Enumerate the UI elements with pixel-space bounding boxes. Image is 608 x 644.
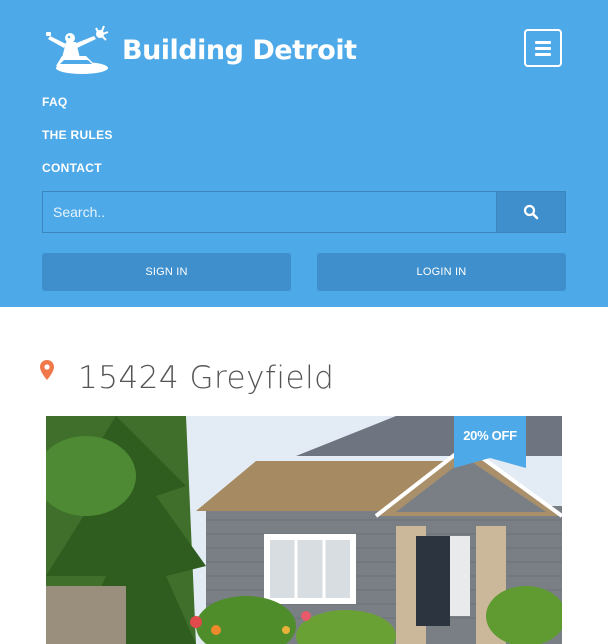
nav-item-the-rules[interactable]: THE RULES [42,128,113,142]
hamburger-icon [535,40,551,44]
search-icon [523,204,539,220]
site-header: Building Detroit FAQ THE RULES CONTACT S… [0,0,608,307]
map-pin-icon [40,360,54,380]
spirit-of-detroit-icon [46,25,109,74]
listing-header [40,360,54,380]
nav-item-contact[interactable]: CONTACT [42,161,102,175]
logo[interactable]: Building Detroit [42,24,357,76]
listing-address: 15424 Greyfield [78,360,335,396]
search-input[interactable] [43,192,496,232]
site-title: Building Detroit [122,34,357,66]
search-button[interactable] [496,192,565,232]
sign-in-button[interactable]: SIGN IN [42,253,291,291]
hamburger-icon-bar [535,46,551,50]
search-bar [42,191,566,233]
discount-badge: 20% OFF [463,428,517,443]
login-button[interactable]: LOGIN IN [317,253,566,291]
menu-toggle-button[interactable] [524,29,562,67]
hamburger-icon-bar [535,52,551,56]
nav-item-faq[interactable]: FAQ [42,95,68,109]
